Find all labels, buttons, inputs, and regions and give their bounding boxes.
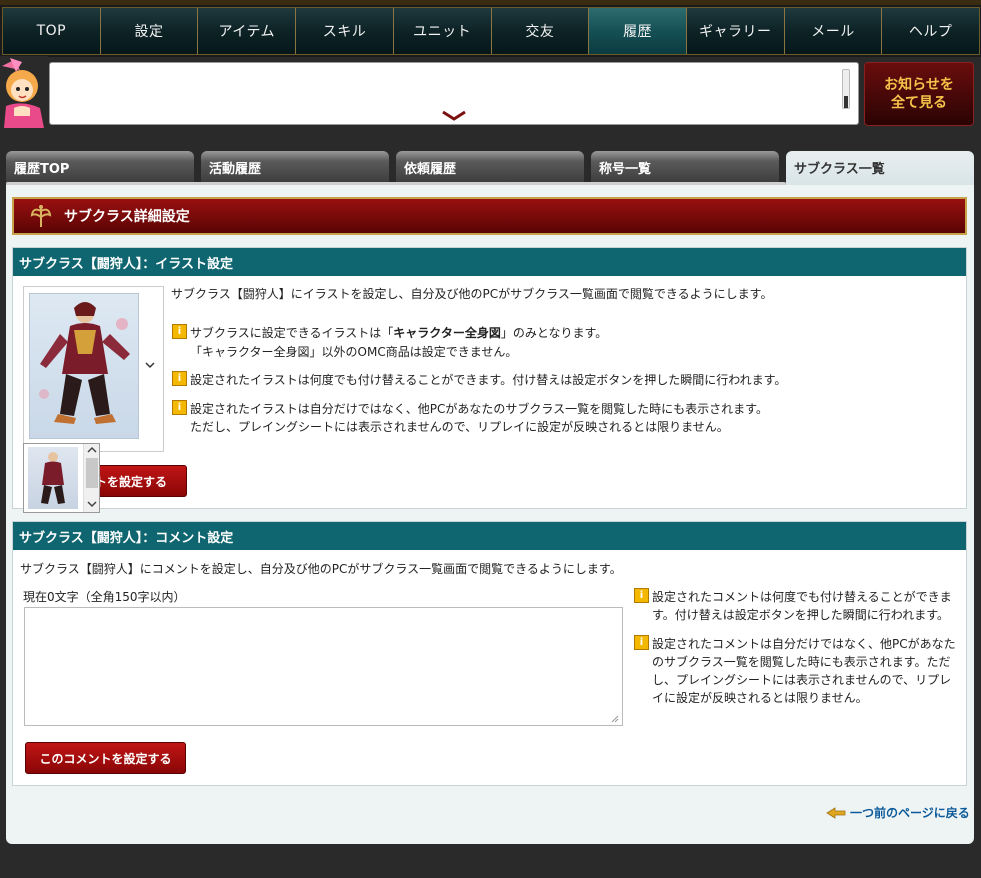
tab-activity-history[interactable]: 活動履歴 [201, 151, 389, 185]
nav-items[interactable]: アイテム [198, 8, 297, 54]
info-icon: i [172, 324, 187, 339]
illust-intro-text: サブクラス【闘狩人】にイラストを設定し、自分及び他のPCがサブクラス一覧画面で閲… [171, 287, 773, 301]
comment-note-2-line1: 設定されたコメントは自分だけではなく、他PCがあなた [652, 637, 956, 651]
illust-select[interactable] [23, 286, 164, 452]
chevron-down-icon[interactable] [441, 110, 467, 122]
back-link[interactable]: 一つ前のページに戻る [826, 804, 970, 821]
nav-gallery[interactable]: ギャラリー [686, 8, 785, 54]
chevron-down-icon[interactable] [144, 359, 156, 371]
illust-section-title: サブクラス【闘狩人】：イラスト設定 [13, 248, 966, 276]
nav-units[interactable]: ユニット [393, 8, 492, 54]
back-link-label: 一つ前のページに戻る [850, 806, 970, 820]
main-nav: TOP 設定 アイテム スキル ユニット 交友 履歴 ギャラリー メール ヘルプ [2, 7, 980, 55]
view-all-notices-button[interactable]: お知らせを 全て見る [864, 62, 974, 126]
page-title: サブクラス詳細設定 [12, 197, 967, 235]
comment-textarea[interactable] [24, 607, 623, 726]
scrollbar-arrows-icon [86, 446, 98, 508]
notice-button-line1: お知らせを [884, 77, 954, 93]
mascot-avatar [0, 56, 48, 128]
notice-scrollbar[interactable] [842, 69, 850, 109]
illust-settings-section: サブクラス【闘狩人】：イラスト設定 トを設定する サブクラス【闘狩人】にイラスト… [12, 247, 967, 513]
illust-dropdown-list[interactable] [23, 443, 100, 513]
comment-char-counter: 現在0文字（全角150字以内） [23, 590, 186, 604]
comment-settings-section: サブクラス【闘狩人】：コメント設定 サブクラス【闘狩人】にコメントを設定し、自分… [12, 521, 967, 786]
illust-note-1: サブクラスに設定できるイラストは「キャラクター全身図」のみとなります。 [190, 326, 608, 340]
nav-mail[interactable]: メール [784, 8, 883, 54]
illust-note-2: 設定されたイラストは何度でも付け替えることができます。付け替えは設定ボタンを押し… [190, 373, 787, 387]
nav-help[interactable]: ヘルプ [882, 8, 980, 54]
comment-section-title: サブクラス【闘狩人】：コメント設定 [13, 522, 966, 550]
nav-settings[interactable]: 設定 [100, 8, 199, 54]
info-icon: i [634, 635, 649, 650]
comment-note-2-line3: し、プレイングシートには表示されませんので、リプレ [652, 673, 952, 687]
tab-titles[interactable]: 称号一覧 [591, 151, 779, 185]
comment-intro-text: サブクラス【闘狩人】にコメントを設定し、自分及び他のPCがサブクラス一覧画面で閲… [20, 562, 622, 576]
character-figure-icon [39, 302, 130, 424]
illust-note-1-line2: 「キャラクター全身図」以外のOMC商品は設定できません。 [190, 345, 518, 359]
tab-history-top[interactable]: 履歴TOP [6, 151, 194, 185]
history-tabs: 履歴TOP 活動履歴 依頼履歴 称号一覧 サブクラス一覧 [6, 151, 974, 187]
fleur-icon [30, 205, 52, 227]
tab-subclass-list[interactable]: サブクラス一覧 [786, 151, 974, 187]
comment-note-1-line2: す。付け替えは設定ボタンを押した瞬間に行われます。 [652, 608, 950, 622]
info-icon: i [172, 400, 187, 415]
info-icon: i [634, 588, 649, 603]
illust-note-3-line1: 設定されたイラストは自分だけではなく、他PCがあなたのサブクラス一覧を閲覧した時… [190, 402, 768, 416]
set-comment-button[interactable]: このコメントを設定する [25, 742, 186, 774]
nav-history[interactable]: 履歴 [589, 8, 687, 54]
notice-ticker [49, 62, 859, 125]
back-arrow-icon [826, 806, 846, 819]
illust-option-thumbnail[interactable] [28, 447, 78, 509]
tab-request-history[interactable]: 依頼履歴 [396, 151, 584, 185]
info-icon: i [172, 371, 187, 386]
comment-note-2-line2: のサブクラス一覧を閲覧した時にも表示されます。ただ [652, 655, 951, 669]
comment-note-2-line4: イに設定が反映されるとは限りません。 [652, 691, 868, 705]
illust-note-3-line2: ただし、プレイングシートには表示されませんので、リプレイに設定が反映されるとは限… [190, 420, 729, 434]
dropdown-scrollbar[interactable] [83, 444, 99, 512]
notice-button-line2: 全て見る [890, 95, 947, 111]
character-illustration [29, 293, 139, 439]
character-thumbnail-icon [41, 452, 65, 504]
nav-friends[interactable]: 交友 [491, 8, 590, 54]
nav-top[interactable]: TOP [3, 8, 101, 54]
comment-note-1-line1: 設定されたコメントは何度でも付け替えることができま [652, 590, 952, 604]
nav-skills[interactable]: スキル [296, 8, 394, 54]
resize-grip-icon[interactable] [611, 715, 619, 723]
